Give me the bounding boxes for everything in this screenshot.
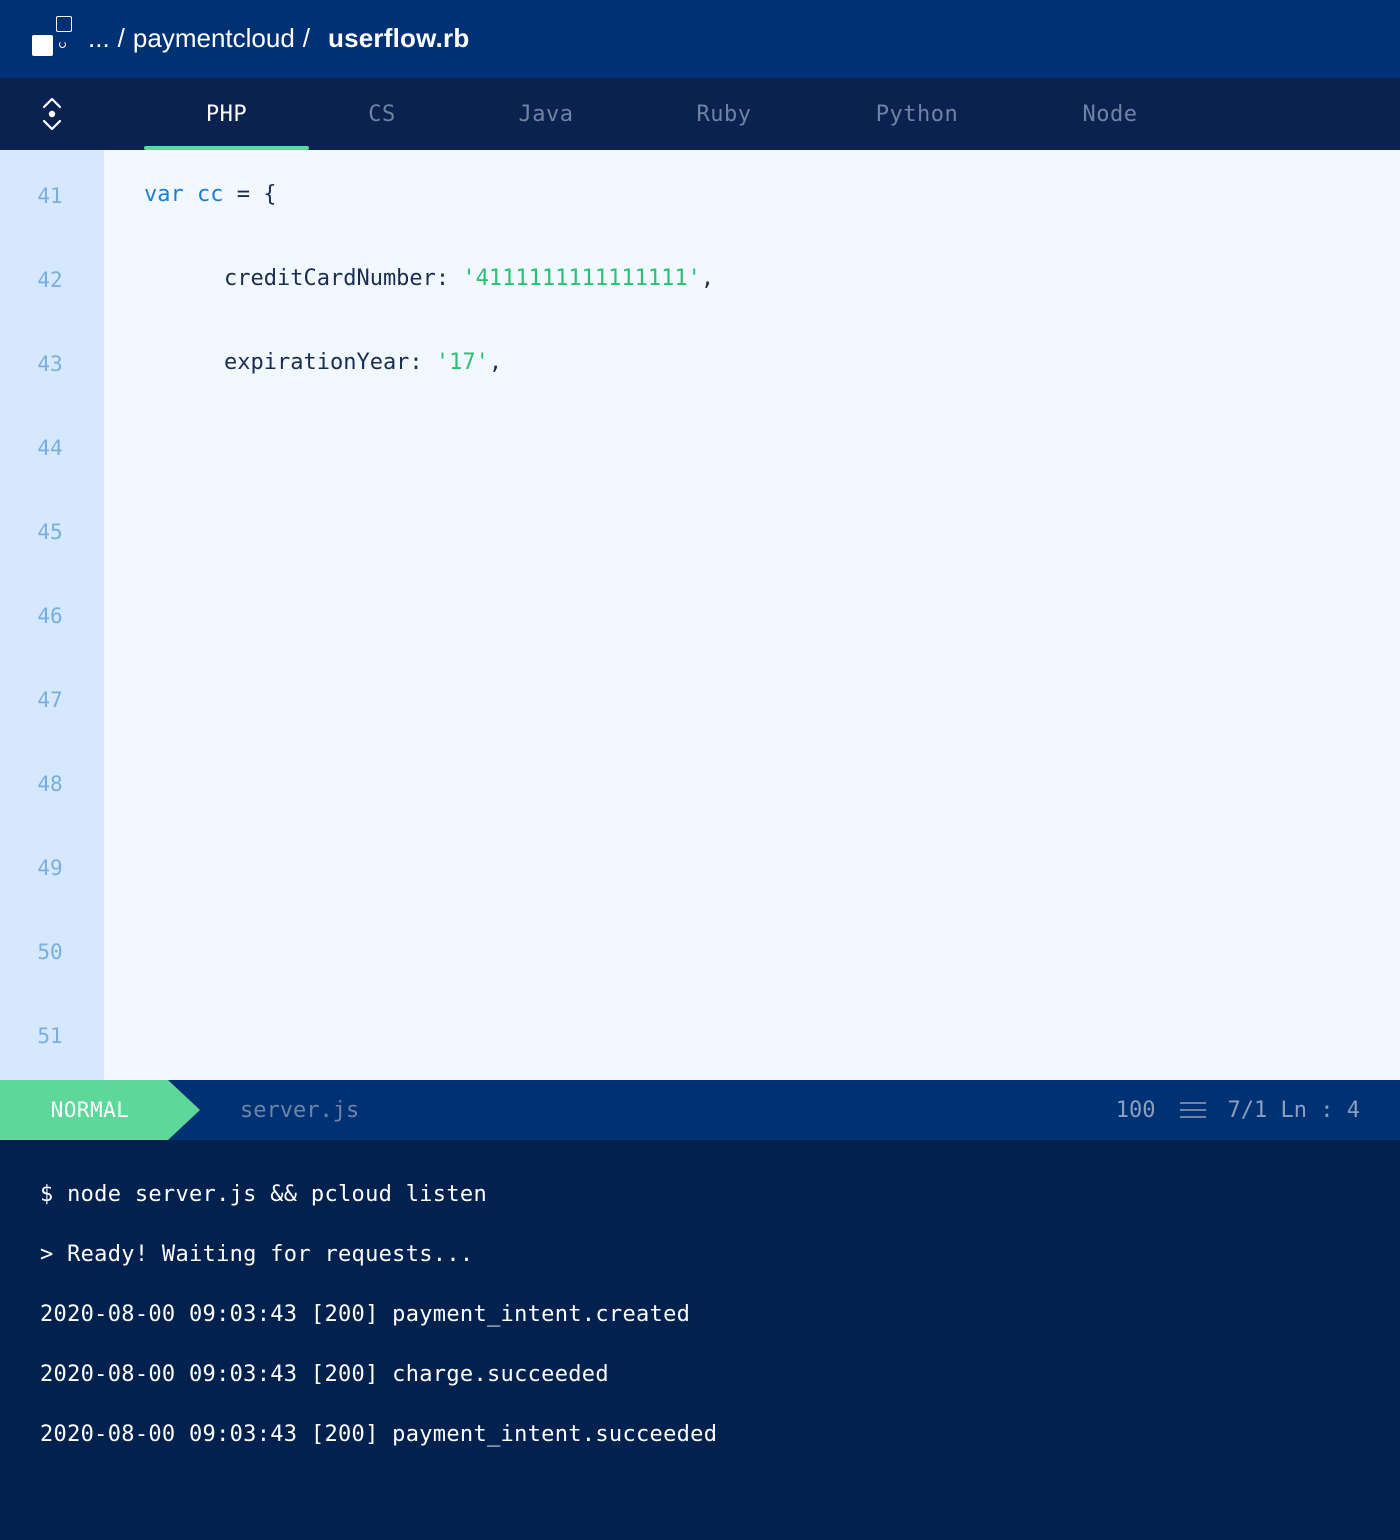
terminal-line: > Ready! Waiting for requests... bbox=[40, 1242, 474, 1267]
code-text: = { bbox=[223, 182, 277, 207]
tab-cs[interactable]: CS bbox=[312, 78, 452, 150]
line-number: 51 bbox=[37, 1024, 63, 1048]
code-property: expirationYear: bbox=[224, 350, 436, 375]
status-bar: NORMAL server.js 100 7/1 Ln : 4 bbox=[0, 1080, 1400, 1140]
line-number: 41 bbox=[37, 184, 63, 208]
code-editor[interactable]: 41 42 43 44 45 46 47 48 49 50 51 var cc … bbox=[0, 150, 1400, 1080]
status-cursor-position: 7/1 Ln : 4 bbox=[1227, 1097, 1360, 1123]
breadcrumb-folder[interactable]: paymentcloud bbox=[133, 23, 295, 54]
breadcrumb-ellipsis[interactable]: ... bbox=[88, 23, 110, 54]
sort-toggle-icon[interactable] bbox=[38, 96, 66, 132]
mode-indicator: NORMAL bbox=[0, 1080, 200, 1140]
line-number: 50 bbox=[37, 940, 63, 964]
code-keyword: var cc bbox=[144, 182, 224, 207]
code-string: '17' bbox=[435, 350, 489, 375]
breadcrumb-file-name[interactable]: userflow.rb bbox=[328, 23, 469, 54]
language-tab-bar: PHP CS Java Ruby Python Node bbox=[0, 78, 1400, 150]
code-property: creditCardNumber: bbox=[224, 266, 463, 291]
code-punctuation: , bbox=[700, 266, 715, 291]
tab-java[interactable]: Java bbox=[476, 78, 616, 150]
logo-square-large bbox=[32, 35, 53, 56]
breadcrumb-separator: / bbox=[117, 22, 125, 53]
status-percent: 100 bbox=[1115, 1097, 1156, 1123]
tab-node[interactable]: Node bbox=[1040, 78, 1180, 150]
status-file-name[interactable]: server.js bbox=[240, 1080, 359, 1140]
tab-php[interactable]: PHP bbox=[144, 78, 309, 150]
line-number: 45 bbox=[37, 520, 63, 544]
breadcrumb: ... / paymentcloud / userflow.rb bbox=[88, 18, 469, 58]
code-line-41: var cc = { bbox=[144, 182, 276, 207]
code-line-43: expirationYear: '17', bbox=[224, 350, 502, 375]
app-logo-icon[interactable] bbox=[32, 16, 74, 58]
tab-python[interactable]: Python bbox=[847, 78, 987, 150]
terminal-line: $ node server.js && pcloud listen bbox=[40, 1182, 487, 1207]
line-number: 49 bbox=[37, 856, 63, 880]
terminal-line: 2020-08-00 09:03:43 [200] charge.succeed… bbox=[40, 1362, 609, 1387]
line-number: 46 bbox=[37, 604, 63, 628]
title-bar: ... / paymentcloud / userflow.rb bbox=[0, 0, 1400, 78]
line-number: 42 bbox=[37, 268, 63, 292]
mode-label: NORMAL bbox=[50, 1098, 130, 1122]
code-string: '4111111111111111' bbox=[462, 266, 701, 291]
terminal-line: 2020-08-00 09:03:43 [200] payment_intent… bbox=[40, 1302, 691, 1327]
status-info: 100 7/1 Ln : 4 bbox=[1116, 1080, 1360, 1140]
line-number: 48 bbox=[37, 772, 63, 796]
line-number-gutter: 41 42 43 44 45 46 47 48 49 50 51 bbox=[0, 150, 104, 1080]
logo-square-small bbox=[56, 16, 72, 32]
logo-arc bbox=[59, 41, 66, 48]
breadcrumb-separator: / bbox=[302, 22, 311, 53]
code-line-42: creditCardNumber: '4111111111111111', bbox=[224, 266, 714, 291]
menu-lines-icon[interactable] bbox=[1179, 1100, 1206, 1120]
line-number: 43 bbox=[37, 352, 63, 376]
terminal-panel[interactable]: $ node server.js && pcloud listen > Read… bbox=[0, 1140, 1400, 1540]
code-punctuation: , bbox=[488, 350, 503, 375]
terminal-line: 2020-08-00 09:03:43 [200] payment_intent… bbox=[40, 1422, 718, 1447]
line-number: 47 bbox=[37, 688, 63, 712]
tab-ruby[interactable]: Ruby bbox=[654, 78, 794, 150]
line-number: 44 bbox=[37, 436, 63, 460]
